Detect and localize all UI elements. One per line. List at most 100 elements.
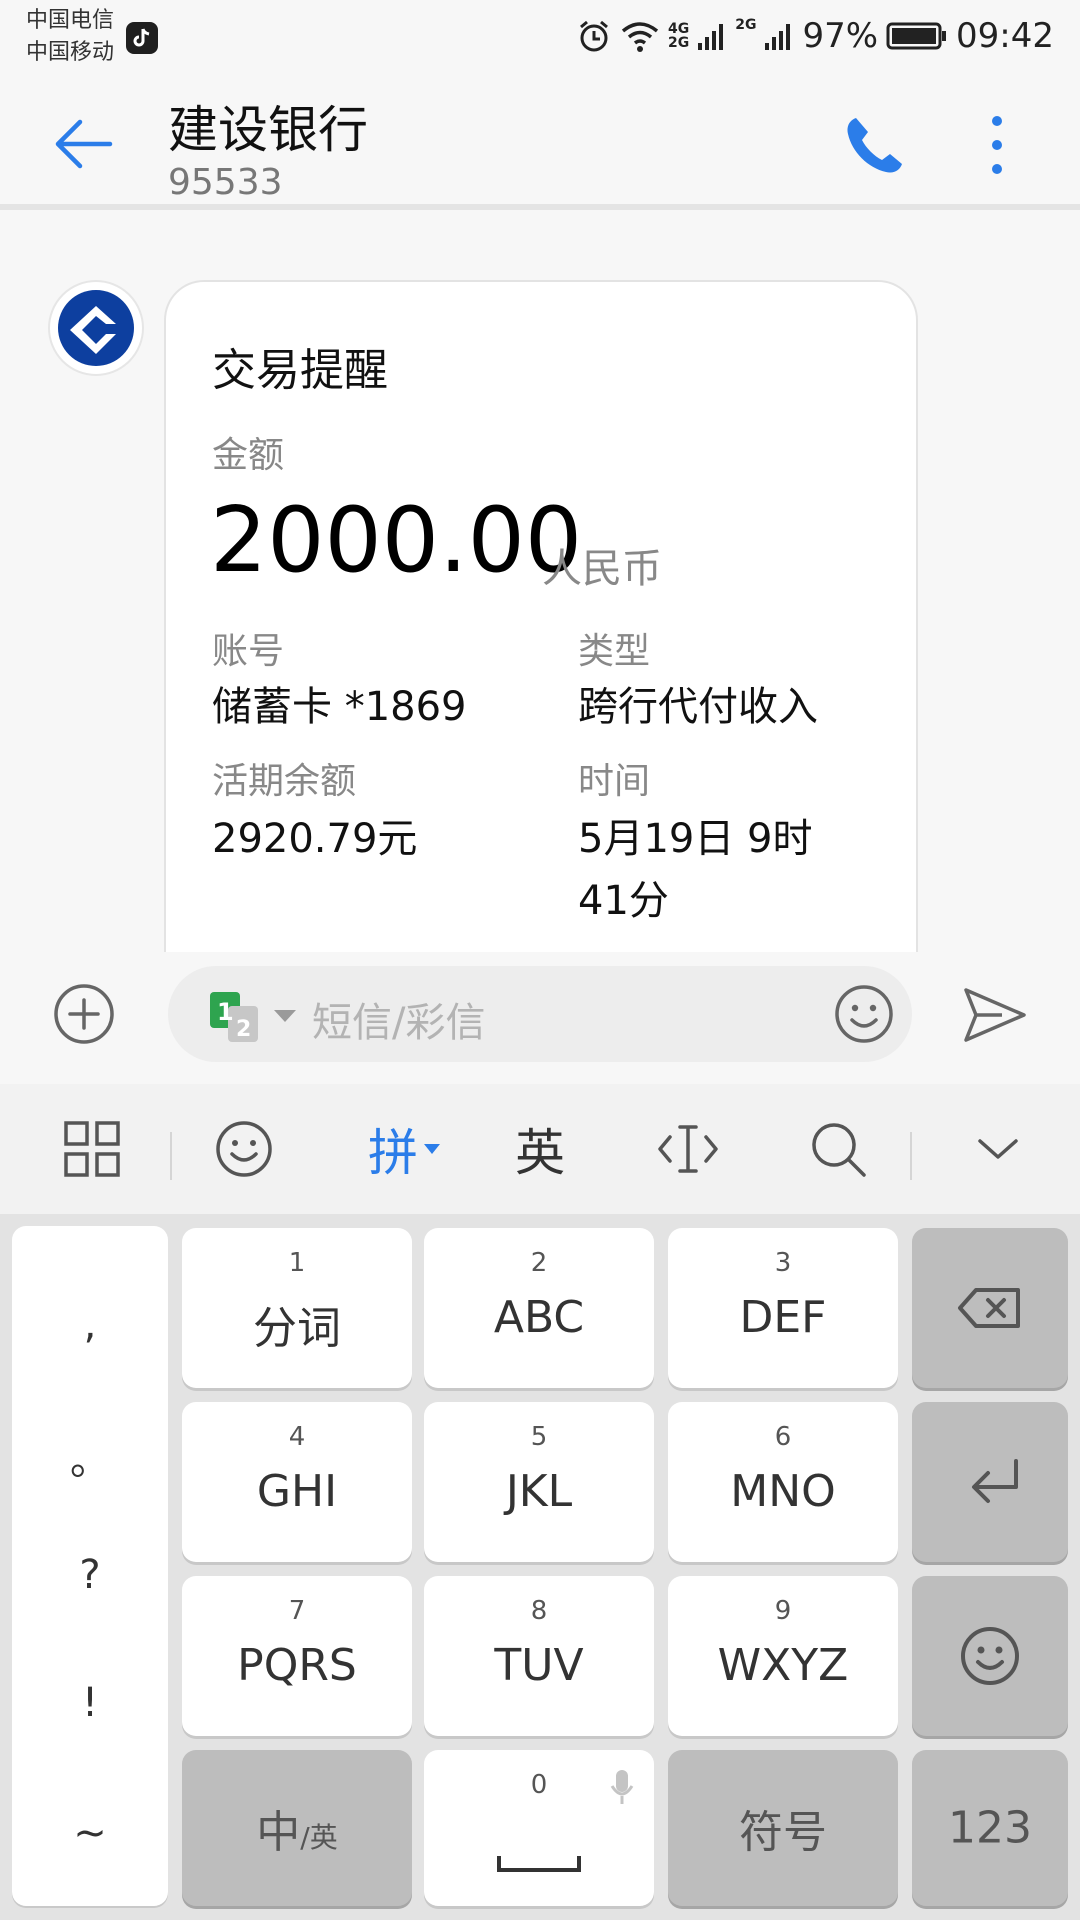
key-3[interactable]: 3 DEF: [668, 1228, 898, 1388]
time-value-line-2: 41分: [578, 878, 669, 924]
key-2[interactable]: 2 ABC: [424, 1228, 654, 1388]
key-letters: GHI: [256, 1466, 338, 1517]
key-letters: MNO: [730, 1466, 836, 1517]
key-letters: DEF: [739, 1292, 827, 1343]
smiley-icon: [961, 1627, 1019, 1685]
key-8[interactable]: 8 TUV: [424, 1576, 654, 1736]
key-letters: WXYZ: [717, 1640, 849, 1691]
back-arrow-icon[interactable]: [52, 112, 116, 176]
punct-comma[interactable]: ,: [12, 1302, 168, 1348]
punct-period[interactable]: 。: [12, 1428, 168, 1486]
wifi-icon: [621, 22, 659, 52]
key-letters: TUV: [494, 1640, 584, 1691]
key-number: 9: [774, 1596, 792, 1626]
transaction-message-card[interactable]: 交易提醒 金额 2000.00 人民币 账号 储蓄卡 *1869 类型 跨行代付…: [164, 280, 918, 952]
t9-keypad: , 。 ? ! ~ 1 分词 2 ABC 3 DEF 4 GHI 5 JKL 6…: [0, 1214, 1080, 1920]
clock: 09:42: [956, 16, 1054, 56]
punctuation-column[interactable]: , 。 ? ! ~: [12, 1226, 168, 1906]
lang-switch-key[interactable]: 中/英: [182, 1750, 412, 1906]
key-4[interactable]: 4 GHI: [182, 1402, 412, 1562]
key-9[interactable]: 9 WXYZ: [668, 1576, 898, 1736]
key-5[interactable]: 5 JKL: [424, 1402, 654, 1562]
signal-2-icon: [765, 24, 791, 50]
message-placeholder: 短信/彩信: [312, 1000, 486, 1046]
keyboard-emoji-icon[interactable]: [212, 1112, 276, 1186]
key-number: 5: [530, 1422, 548, 1452]
phone-call-icon[interactable]: [842, 112, 908, 178]
space-key[interactable]: 0: [424, 1750, 654, 1906]
key-number: 1: [288, 1248, 306, 1278]
amount-label: 金额: [212, 435, 285, 476]
sim-2-label: 2: [236, 1017, 251, 1042]
currency-label: 人民币: [542, 546, 662, 592]
punct-question[interactable]: ?: [12, 1552, 168, 1598]
cursor-edit-icon[interactable]: [656, 1112, 720, 1186]
sim-select-icon[interactable]: 12: [208, 990, 262, 1044]
key-letters: JKL: [505, 1466, 573, 1517]
key-number: 3: [774, 1248, 792, 1278]
numbers-key[interactable]: 123: [912, 1750, 1068, 1906]
network-type-label: 4G 2G: [667, 21, 690, 51]
account-value: 储蓄卡 *1869: [212, 684, 467, 730]
key-number: 2: [530, 1248, 548, 1278]
battery-percent: 97%: [802, 16, 879, 56]
network-2-label: 2G: [735, 17, 757, 33]
pinyin-mode-tab[interactable]: 拼: [362, 1112, 448, 1186]
status-bar: 中国电信 中国移动 4G 2G 2G 97% 09:42: [0, 0, 1080, 72]
enter-key[interactable]: [912, 1402, 1068, 1562]
balance-value: 2920.79元: [212, 816, 418, 862]
pinyin-label: 拼: [368, 1124, 418, 1182]
keyboard-toolbar: 拼 英: [0, 1084, 1080, 1214]
alarm-icon: [580, 20, 608, 52]
key-1[interactable]: 1 分词: [182, 1228, 412, 1388]
more-options-icon[interactable]: [978, 112, 1016, 178]
english-mode-tab[interactable]: 英: [510, 1112, 570, 1186]
tiktok-notification-icon: [126, 22, 158, 54]
message-input[interactable]: 12 短信/彩信: [168, 966, 912, 1062]
punct-tilde[interactable]: ~: [12, 1810, 168, 1856]
signal-1-icon: [698, 24, 724, 50]
send-icon[interactable]: [962, 982, 1028, 1048]
type-label: 类型: [578, 631, 651, 672]
add-attachment-icon[interactable]: [52, 982, 116, 1046]
bank-avatar[interactable]: [48, 280, 144, 376]
carrier-2: 中国移动: [26, 40, 115, 65]
key-letters: ABC: [493, 1292, 585, 1343]
battery-icon: [886, 22, 947, 50]
apps-grid-icon[interactable]: [60, 1112, 124, 1186]
enter-icon: [972, 1459, 1018, 1503]
key-number: 6: [774, 1422, 792, 1452]
hide-keyboard-icon[interactable]: [974, 1112, 1022, 1186]
key-letters: 分词: [253, 1303, 341, 1354]
toolbar-divider: [170, 1132, 172, 1180]
key-7[interactable]: 7 PQRS: [182, 1576, 412, 1736]
account-label: 账号: [212, 631, 285, 672]
numbers-label: 123: [948, 1802, 1032, 1854]
status-icons: 4G 2G 2G 97% 09:42: [576, 14, 1054, 58]
backspace-key[interactable]: [912, 1228, 1068, 1388]
sim-dropdown-icon[interactable]: [272, 1008, 298, 1024]
lang-switch-label: 中/英: [256, 1807, 338, 1858]
conversation-header: 建设银行 95533: [0, 72, 1080, 210]
emoji-icon[interactable]: [832, 982, 896, 1046]
key-number: 8: [530, 1596, 548, 1626]
balance-label: 活期余额: [212, 761, 357, 802]
toolbar-divider: [910, 1132, 912, 1180]
backspace-icon: [958, 1288, 1020, 1328]
chevron-down-icon: [424, 1144, 440, 1154]
time-value-line-1: 5月19日 9时: [578, 816, 813, 862]
keyboard-search-icon[interactable]: [806, 1112, 870, 1186]
microphone-icon: [610, 1770, 634, 1804]
sim-1-label: 1: [217, 998, 234, 1026]
punct-exclamation[interactable]: !: [12, 1680, 168, 1726]
ccb-logo-icon: [58, 290, 134, 366]
emoji-key[interactable]: [912, 1576, 1068, 1736]
carrier-1: 中国电信: [26, 8, 115, 33]
compose-bar: 12 短信/彩信: [0, 952, 1080, 1084]
symbols-key[interactable]: 符号: [668, 1750, 898, 1906]
contact-name: 建设银行: [168, 101, 368, 159]
space-bar-icon: [497, 1856, 581, 1872]
english-label: 英: [515, 1124, 565, 1182]
message-heading: 交易提醒: [212, 345, 388, 396]
key-6[interactable]: 6 MNO: [668, 1402, 898, 1562]
